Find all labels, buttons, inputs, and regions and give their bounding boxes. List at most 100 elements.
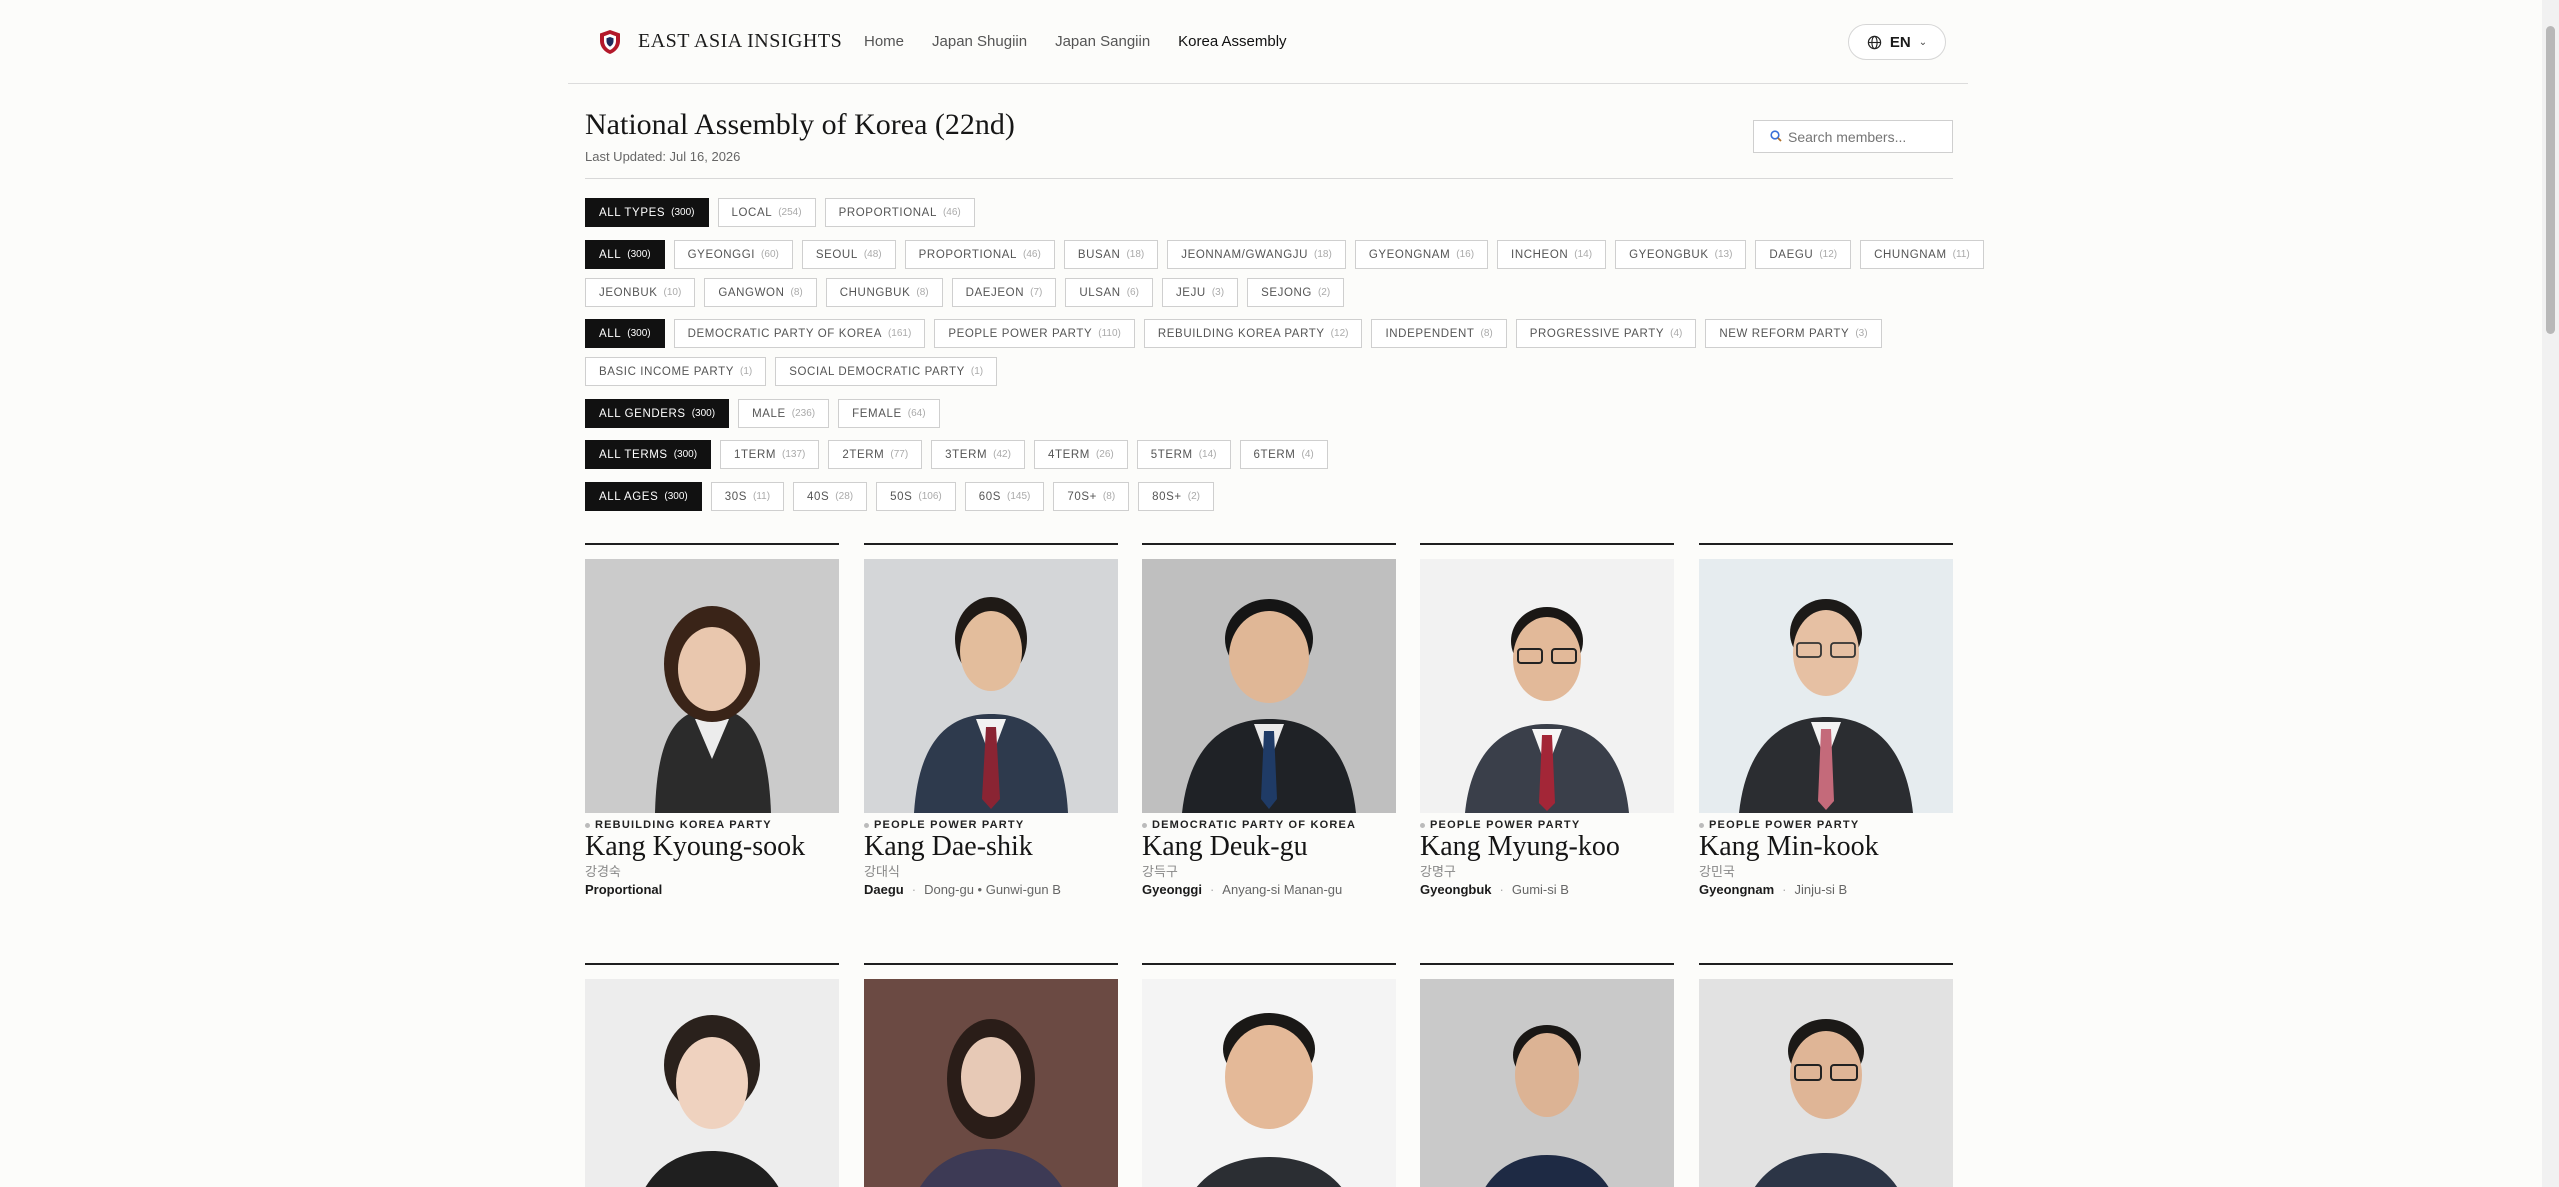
region-chip[interactable]: ALL (300): [585, 240, 665, 269]
region-chip[interactable]: PROPORTIONAL (46): [904, 240, 1055, 269]
chip-count: (12): [1819, 249, 1838, 260]
party-chip[interactable]: REBUILDING KOREA PARTY (12): [1143, 319, 1363, 348]
region-chip[interactable]: SEJONG (2): [1247, 278, 1345, 307]
chip-count: (48): [863, 249, 882, 260]
party-chip[interactable]: INDEPENDENT (8): [1371, 319, 1507, 348]
chip-label: 5TERM: [1150, 448, 1193, 461]
chip-label: 2TERM: [842, 448, 885, 461]
member-search[interactable]: [1753, 120, 1953, 153]
age-chip[interactable]: 50S (106): [876, 482, 956, 511]
member-card[interactable]: [1142, 963, 1396, 1187]
party-chip[interactable]: PEOPLE POWER PARTY (110): [934, 319, 1135, 348]
member-card[interactable]: [585, 963, 839, 1187]
region-chip[interactable]: JEONNAM/GWANGJU (18): [1167, 240, 1346, 269]
member-card[interactable]: [1420, 963, 1674, 1187]
chip-label: 80S+: [1152, 490, 1182, 503]
term-chip[interactable]: 2TERM (77): [828, 440, 923, 469]
region-chip[interactable]: GYEONGNAM (16): [1354, 240, 1489, 269]
region-chip[interactable]: GYEONGBUK (13): [1615, 240, 1747, 269]
party-chip[interactable]: NEW REFORM PARTY (3): [1705, 319, 1882, 348]
member-photo[interactable]: [585, 979, 839, 1187]
region-chip[interactable]: JEONBUK (10): [585, 278, 696, 307]
region-chip[interactable]: BUSAN (18): [1063, 240, 1159, 269]
member-photo[interactable]: [585, 559, 839, 813]
member-photo[interactable]: [1142, 979, 1396, 1187]
region-chip[interactable]: GYEONGGI (60): [673, 240, 793, 269]
chip-count: (60): [761, 249, 779, 260]
term-chip[interactable]: 6TERM (4): [1239, 440, 1328, 469]
region-chip[interactable]: CHUNGBUK (8): [825, 278, 943, 307]
gender-chip[interactable]: ALL GENDERS (300): [585, 399, 730, 428]
nav-japan-shugiin[interactable]: Japan Shugiin: [932, 33, 1027, 50]
party-chip[interactable]: PROGRESSIVE PARTY (4): [1515, 319, 1697, 348]
region-chip[interactable]: DAEJEON (7): [951, 278, 1057, 307]
age-chip[interactable]: 40S (28): [793, 482, 868, 511]
member-card[interactable]: PEOPLE POWER PARTY Kang Dae-shik 강대식 Dae…: [864, 543, 1118, 897]
age-chip[interactable]: 60S (145): [964, 482, 1045, 511]
type-chip[interactable]: LOCAL (254): [717, 198, 816, 227]
member-photo[interactable]: [864, 979, 1118, 1187]
region-chip[interactable]: INCHEON (14): [1497, 240, 1607, 269]
member-photo[interactable]: [1420, 979, 1674, 1187]
member-name[interactable]: Kang Kyoung-sook: [585, 831, 805, 863]
page-scrollbar[interactable]: [2542, 0, 2559, 1187]
nav-japan-sangiin[interactable]: Japan Sangiin: [1055, 33, 1150, 50]
party-chip[interactable]: SOCIAL DEMOCRATIC PARTY (1): [775, 357, 998, 386]
search-input[interactable]: [1788, 128, 1948, 145]
member-photo[interactable]: [864, 559, 1118, 813]
chip-count: (145): [1006, 491, 1031, 502]
type-chip[interactable]: PROPORTIONAL (46): [824, 198, 975, 227]
term-chip[interactable]: 3TERM (42): [931, 440, 1025, 469]
member-photo[interactable]: [1699, 979, 1953, 1187]
member-name[interactable]: Kang Myung-koo: [1420, 831, 1620, 863]
member-card[interactable]: PEOPLE POWER PARTY Kang Myung-koo 강명구 Gy…: [1420, 543, 1674, 897]
chip-label: BUSAN: [1077, 248, 1121, 261]
member-name[interactable]: Kang Deuk-gu: [1142, 831, 1308, 863]
member-photo[interactable]: [1142, 559, 1396, 813]
region-chip[interactable]: DAEGU (12): [1755, 240, 1852, 269]
type-chip[interactable]: ALL TYPES (300): [585, 198, 709, 227]
chip-count: (300): [673, 449, 698, 460]
term-chip[interactable]: ALL TERMS (300): [585, 440, 712, 469]
gender-chip[interactable]: MALE (236): [738, 399, 830, 428]
region-chip[interactable]: ULSAN (6): [1065, 278, 1153, 307]
region-chip[interactable]: CHUNGNAM (11): [1860, 240, 1984, 269]
member-card[interactable]: DEMOCRATIC PARTY OF KOREA Kang Deuk-gu 강…: [1142, 543, 1396, 897]
nav-korea-assembly[interactable]: Korea Assembly: [1178, 33, 1286, 50]
age-chip[interactable]: 30S (11): [710, 482, 785, 511]
chip-count: (6): [1126, 287, 1139, 298]
age-chip[interactable]: 70S+ (8): [1053, 482, 1130, 511]
chip-label: ULSAN: [1079, 286, 1121, 299]
scrollbar-thumb[interactable]: [2546, 26, 2555, 334]
brand-name[interactable]: EAST ASIA INSIGHTS: [638, 30, 842, 53]
member-card[interactable]: REBUILDING KOREA PARTY Kang Kyoung-sook …: [585, 543, 839, 897]
region-chip[interactable]: SEOUL (48): [801, 240, 896, 269]
member-card[interactable]: [864, 963, 1118, 1187]
term-chip[interactable]: 1TERM (137): [720, 440, 820, 469]
gender-chip[interactable]: FEMALE (64): [838, 399, 940, 428]
nav-home[interactable]: Home: [864, 33, 904, 50]
language-label: EN: [1889, 33, 1911, 51]
age-chip[interactable]: ALL AGES (300): [585, 482, 702, 511]
chip-label: JEONBUK: [599, 286, 658, 299]
member-name[interactable]: Kang Min-kook: [1699, 831, 1879, 863]
shield-logo-icon[interactable]: [598, 29, 622, 55]
party-chip[interactable]: BASIC INCOME PARTY (1): [585, 357, 767, 386]
member-card[interactable]: [1699, 963, 1953, 1187]
party-chip[interactable]: ALL (300): [585, 319, 665, 348]
age-chip[interactable]: 80S+ (2): [1138, 482, 1214, 511]
term-chip[interactable]: 4TERM (26): [1033, 440, 1128, 469]
region-chip[interactable]: JEJU (3): [1161, 278, 1239, 307]
party-chip[interactable]: DEMOCRATIC PARTY OF KOREA (161): [673, 319, 926, 348]
language-selector[interactable]: EN ⌄: [1848, 24, 1946, 60]
region-chip[interactable]: GANGWON (8): [704, 278, 817, 307]
chip-count: (300): [627, 328, 651, 339]
card-rule: [1142, 963, 1396, 965]
member-name[interactable]: Kang Dae-shik: [864, 831, 1033, 863]
term-chip[interactable]: 5TERM (14): [1136, 440, 1231, 469]
member-card[interactable]: PEOPLE POWER PARTY Kang Min-kook 강민국 Gye…: [1699, 543, 1953, 897]
party-label: PEOPLE POWER PARTY: [864, 819, 1024, 831]
member-hangul: 강민국: [1699, 864, 1735, 879]
member-photo[interactable]: [1699, 559, 1953, 813]
member-photo[interactable]: [1420, 559, 1674, 813]
